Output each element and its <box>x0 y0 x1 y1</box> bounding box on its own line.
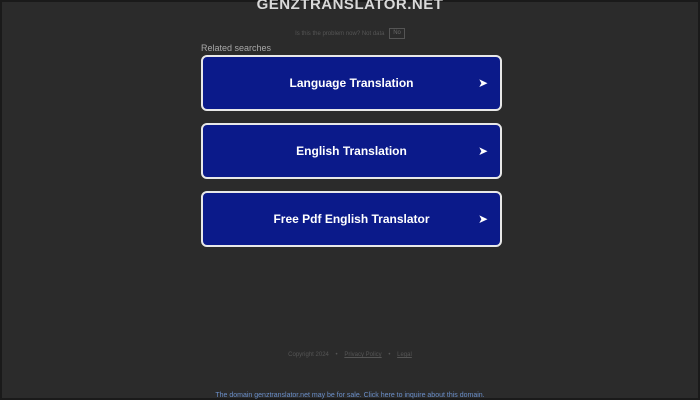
privacy-policy-link[interactable]: Privacy Policy <box>344 352 381 358</box>
footer-separator: • <box>388 352 391 358</box>
related-searches-list: Language Translation ➤ English Translati… <box>201 55 502 259</box>
page: GENZTRANSLATOR.NET Is this the problem n… <box>0 0 700 400</box>
privacy-prompt-row: Is this the problem now? Not data No <box>2 28 698 40</box>
related-searches-label: Related searches <box>201 43 272 53</box>
related-search-free-pdf-english-translator[interactable]: Free Pdf English Translator ➤ <box>201 191 502 247</box>
privacy-no-button[interactable]: No <box>389 28 405 39</box>
related-search-label: English Translation <box>296 144 407 158</box>
related-search-english-translation[interactable]: English Translation ➤ <box>201 123 502 179</box>
related-search-label: Language Translation <box>289 76 414 90</box>
domain-sale-banner-link[interactable]: The domain genztranslator.net may be for… <box>2 390 698 400</box>
arrow-right-icon: ➤ <box>477 144 488 158</box>
related-search-label: Free Pdf English Translator <box>273 212 430 226</box>
legal-link[interactable]: Legal <box>397 352 412 358</box>
arrow-right-icon: ➤ <box>477 76 488 90</box>
arrow-right-icon: ➤ <box>477 212 488 226</box>
site-title: GENZTRANSLATOR.NET <box>256 0 444 13</box>
footer-links: Copyright 2024 • Privacy Policy • Legal <box>2 350 698 360</box>
related-search-language-translation[interactable]: Language Translation ➤ <box>201 55 502 111</box>
footer-separator: • <box>335 352 338 358</box>
copyright-text: Copyright 2024 <box>288 352 329 358</box>
privacy-prompt-text: Is this the problem now? Not data <box>295 31 385 38</box>
